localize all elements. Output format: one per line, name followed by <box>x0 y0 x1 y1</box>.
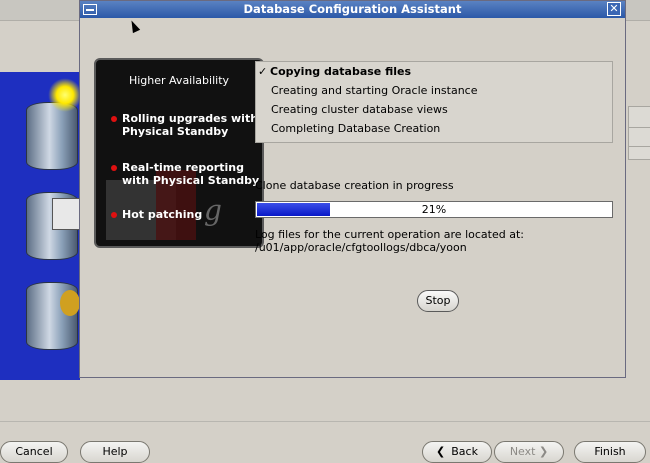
promo-title: Higher Availability <box>128 74 230 87</box>
bullet-icon <box>111 212 117 218</box>
step-item: Creating and starting Oracle instance <box>271 84 478 98</box>
step-label: Completing Database Creation <box>271 122 441 135</box>
progress-bar: 21% <box>255 201 613 218</box>
promo-item-text: Hot patching <box>122 208 203 221</box>
bullet-icon <box>111 116 117 122</box>
step-item: Creating cluster database views <box>271 103 448 117</box>
status-text: Clone database creation in progress <box>255 179 454 192</box>
back-arrow-icon: ❮ <box>436 445 446 458</box>
progress-dialog: Database Configuration Assistant ✕ g Hig… <box>79 0 626 378</box>
cancel-button[interactable]: Cancel <box>0 441 68 463</box>
cancel-label: Cancel <box>15 445 53 458</box>
next-button[interactable]: Next ❯ <box>494 441 564 463</box>
promo-item-text: Rolling upgrades with Physical Standby <box>122 112 259 138</box>
wizard-side-control <box>628 106 650 160</box>
database-icon <box>26 102 78 170</box>
promo-item-text: Real-time reporting with Physical Standb… <box>122 161 260 187</box>
feature-promo-panel: g Higher Availability Rolling upgrades w… <box>94 58 264 248</box>
log-path: /u01/app/oracle/cfgtoollogs/dbca/yoon <box>255 241 467 254</box>
log-location-label: Log files for the current operation are … <box>255 228 524 241</box>
finish-label: Finish <box>594 445 626 458</box>
back-button[interactable]: ❮ Back <box>422 441 492 463</box>
step-label: Creating cluster database views <box>271 103 448 116</box>
promo-item: Hot patching <box>111 208 260 221</box>
finish-button[interactable]: Finish <box>574 441 646 463</box>
promo-item: Real-time reporting with Physical Standb… <box>111 161 260 187</box>
progress-percent: 21% <box>421 203 447 216</box>
help-label: Help <box>102 445 128 458</box>
star-icon <box>48 78 82 112</box>
bullet-icon <box>111 165 117 171</box>
gear-icon <box>60 290 80 316</box>
step-label: Copying database files <box>270 65 412 78</box>
step-label: Creating and starting Oracle instance <box>271 84 478 97</box>
step-item: Completing Database Creation <box>271 122 440 136</box>
close-button[interactable]: ✕ <box>607 2 621 16</box>
dialog-title: Database Configuration Assistant <box>243 2 462 16</box>
checkmark-icon: ✓ <box>258 65 268 78</box>
step-item: ✓ Copying database files <box>258 65 411 79</box>
progress-steps-list: ✓ Copying database files Creating and sta… <box>255 61 613 143</box>
promo-item: Rolling upgrades with Physical Standby <box>111 112 260 138</box>
next-label: Next <box>509 445 536 458</box>
back-label: Back <box>451 445 478 458</box>
help-button[interactable]: Help <box>80 441 150 463</box>
stop-button[interactable]: Stop <box>417 290 459 312</box>
dialog-titlebar[interactable]: Database Configuration Assistant ✕ <box>80 1 625 18</box>
wizard-divider <box>0 421 650 422</box>
next-arrow-icon: ❯ <box>538 445 549 458</box>
disk-icon <box>52 198 82 230</box>
